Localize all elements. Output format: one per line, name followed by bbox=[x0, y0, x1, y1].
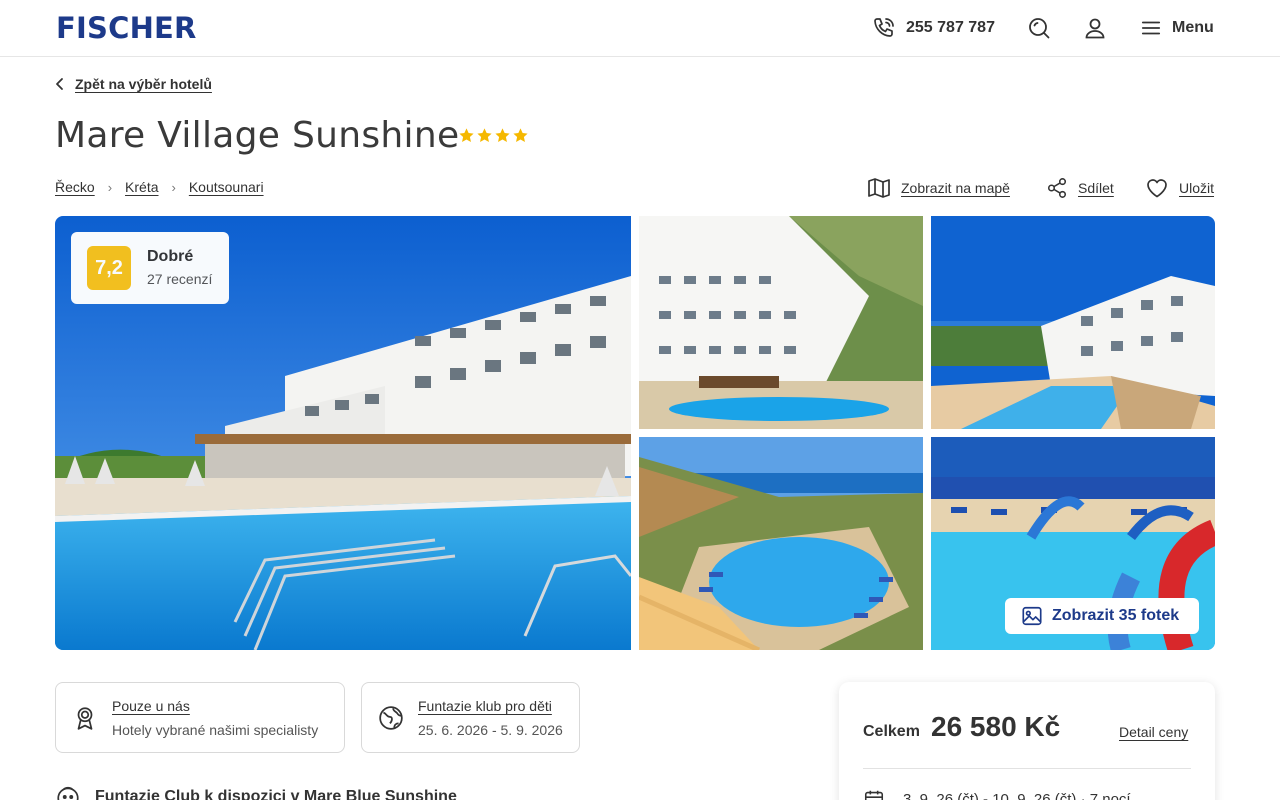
hotel-stars bbox=[458, 127, 529, 144]
feature-title[interactable]: Pouze u nás bbox=[112, 698, 190, 714]
show-on-map-link[interactable]: Zobrazit na mapě bbox=[867, 175, 1010, 201]
show-all-photos-button[interactable]: Zobrazit 35 fotek bbox=[1005, 598, 1199, 634]
trip-dates[interactable]: 3. 9. 26 (čt) - 10. 9. 26 (čt) · 7 nocí bbox=[863, 788, 1131, 800]
star-icon bbox=[477, 128, 492, 142]
phone-icon bbox=[874, 18, 894, 37]
feature-subtitle: Hotely vybrané našimi specialisty bbox=[112, 722, 319, 738]
award-ribbon-icon bbox=[77, 707, 93, 730]
menu-label: Menu bbox=[1172, 19, 1214, 36]
save-label: Uložit bbox=[1179, 180, 1215, 196]
back-label: Zpět na výběr hotelů bbox=[75, 76, 212, 92]
feature-card-kids-club: Funtazie klub pro děti 25. 6. 2026 - 5. … bbox=[361, 682, 580, 753]
heart-icon bbox=[1147, 179, 1167, 198]
rating-score: 7,2 bbox=[87, 246, 131, 290]
divider bbox=[863, 768, 1191, 769]
back-to-hotels-link[interactable]: Zpět na výběr hotelů bbox=[55, 76, 212, 92]
price-box: Celkem 26 580 Kč Detail ceny 3. 9. 26 (č… bbox=[839, 682, 1215, 800]
club-note: Funtazie Club k dispozici v Mare Blue Su… bbox=[55, 784, 457, 800]
calendar-icon bbox=[864, 790, 884, 800]
price-detail-link[interactable]: Detail ceny bbox=[1119, 724, 1188, 740]
breadcrumb: Řecko › Kréta › Koutsounari bbox=[55, 179, 264, 195]
rating-word: Dobré bbox=[147, 248, 194, 265]
phone-link[interactable]: 255 787 787 bbox=[872, 16, 995, 40]
breadcrumb-locality[interactable]: Koutsounari bbox=[189, 179, 264, 195]
price-label: Celkem bbox=[863, 723, 920, 740]
star-icon bbox=[513, 128, 528, 142]
trip-dates-text: 3. 9. 26 (čt) - 10. 9. 26 (čt) · 7 nocí bbox=[903, 790, 1131, 800]
search-icon[interactable] bbox=[1027, 16, 1051, 40]
breadcrumb-region[interactable]: Kréta bbox=[125, 179, 158, 195]
share-label: Sdílet bbox=[1078, 180, 1114, 196]
map-icon bbox=[868, 178, 890, 198]
show-photos-label: Zobrazit 35 fotek bbox=[1052, 607, 1180, 624]
price-amount: 26 580 Kč bbox=[931, 711, 1061, 742]
globe-icon bbox=[379, 706, 403, 730]
rating-badge[interactable]: 7,2 Dobré 27 recenzí bbox=[71, 232, 229, 304]
hotel-photo-3[interactable] bbox=[931, 216, 1215, 429]
share-icon bbox=[1047, 178, 1067, 198]
breadcrumb-separator: › bbox=[171, 179, 176, 195]
hotel-title: Mare Village Sunshine bbox=[55, 115, 460, 156]
review-count: 27 recenzí bbox=[147, 271, 213, 287]
feature-card-exclusive: Pouze u nás Hotely vybrané našimi specia… bbox=[55, 682, 345, 753]
club-note-text: Funtazie Club k dispozici v Mare Blue Su… bbox=[95, 788, 457, 800]
star-icon bbox=[495, 128, 510, 142]
star-icon bbox=[459, 128, 474, 142]
feature-title[interactable]: Funtazie klub pro děti bbox=[418, 698, 552, 714]
breadcrumb-country[interactable]: Řecko bbox=[55, 179, 95, 195]
menu-button[interactable]: Menu bbox=[1140, 16, 1214, 40]
save-link[interactable]: Uložit bbox=[1145, 175, 1214, 201]
image-icon bbox=[1022, 606, 1042, 626]
breadcrumb-separator: › bbox=[107, 179, 113, 195]
site-header: FISCHER 255 787 787 Menu bbox=[0, 0, 1280, 57]
fischer-logo[interactable]: FISCHER bbox=[56, 14, 197, 43]
chevron-left-icon bbox=[56, 78, 63, 90]
hotel-photo-4[interactable] bbox=[639, 437, 923, 650]
phone-number: 255 787 787 bbox=[906, 19, 995, 36]
kids-face-icon bbox=[57, 786, 79, 800]
hotel-photo-2[interactable] bbox=[639, 216, 923, 429]
hamburger-icon bbox=[1141, 21, 1161, 35]
share-link[interactable]: Sdílet bbox=[1046, 175, 1114, 201]
map-label: Zobrazit na mapě bbox=[901, 180, 1010, 196]
feature-subtitle: 25. 6. 2026 - 5. 9. 2026 bbox=[418, 722, 563, 738]
user-icon[interactable] bbox=[1083, 16, 1107, 40]
